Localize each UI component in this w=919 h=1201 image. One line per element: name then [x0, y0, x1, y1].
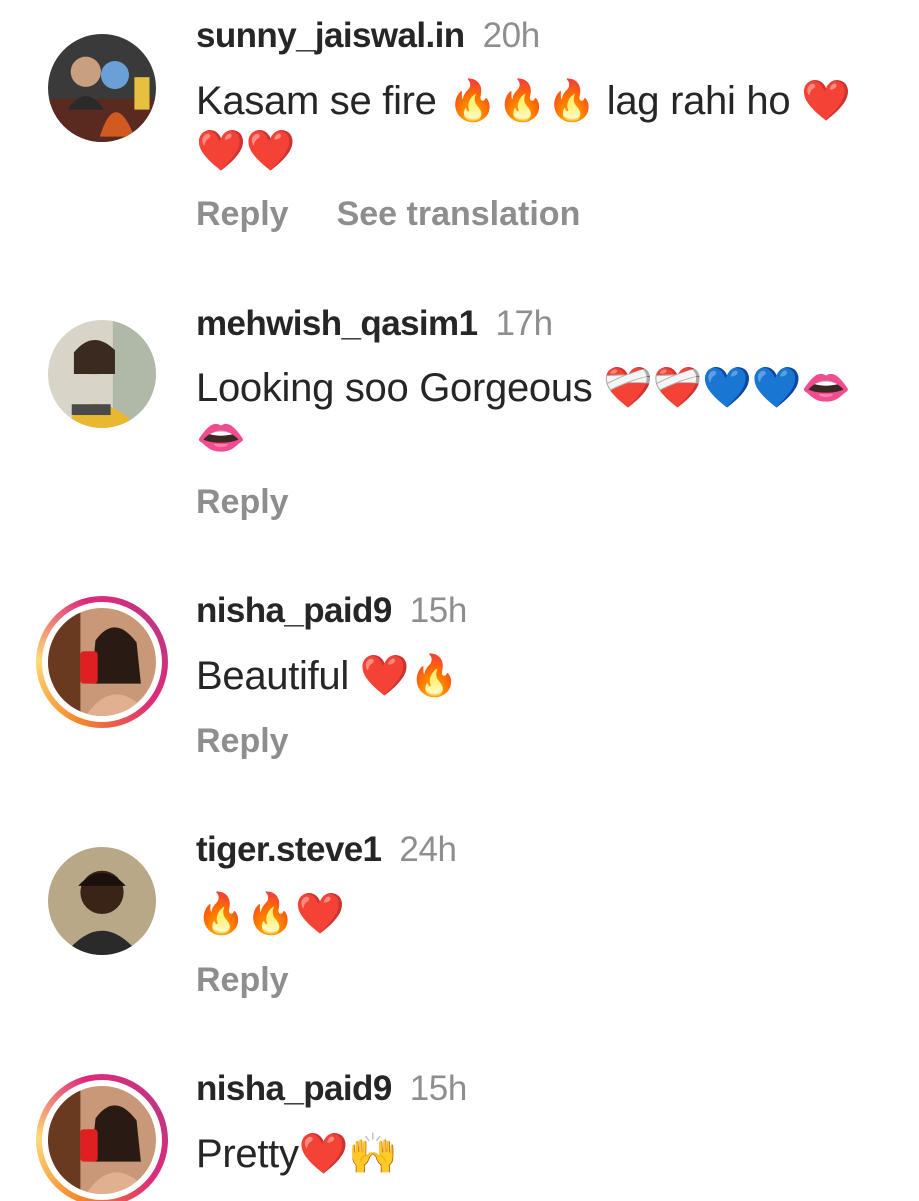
- profile-photo-icon: [48, 608, 156, 716]
- username[interactable]: nisha_paid9: [196, 591, 392, 630]
- avatar[interactable]: [48, 320, 156, 428]
- timestamp: 17h: [495, 304, 553, 343]
- profile-photo-icon: [48, 34, 156, 142]
- reply-button[interactable]: Reply: [196, 961, 289, 999]
- comment-text: Beautiful ❤️🔥: [196, 654, 459, 698]
- comment-text: Looking soo Gorgeous ❤️‍🩹❤️‍🩹💙💙👄👄: [196, 366, 851, 460]
- comment-text: Kasam se fire 🔥🔥🔥 lag rahi ho ❤️❤️❤️: [196, 79, 851, 173]
- username[interactable]: tiger.steve1: [196, 830, 382, 869]
- comment-actions: Reply See translation: [196, 194, 580, 234]
- avatar[interactable]: [48, 847, 156, 955]
- comment-actions: Reply: [196, 960, 289, 1000]
- comment-header: nisha_paid9 15h: [196, 591, 467, 631]
- timestamp: 20h: [482, 16, 541, 55]
- reply-button[interactable]: Reply: [196, 722, 289, 760]
- profile-photo-icon: [48, 320, 156, 428]
- username[interactable]: mehwish_qasim1: [196, 304, 478, 343]
- username[interactable]: nisha_paid9: [196, 1069, 392, 1108]
- timestamp: 24h: [399, 830, 457, 869]
- comment-actions: Reply: [196, 482, 289, 522]
- comment-actions: Reply: [196, 721, 289, 761]
- timestamp: 15h: [409, 1069, 468, 1108]
- comment-text: 🔥🔥❤️: [196, 892, 345, 936]
- reply-button[interactable]: Reply: [196, 195, 289, 233]
- timestamp: 15h: [409, 591, 468, 630]
- avatar[interactable]: [36, 596, 168, 728]
- username[interactable]: sunny_jaiswal.in: [196, 16, 465, 55]
- profile-photo-icon: [48, 847, 156, 955]
- comment-header: tiger.steve1 24h: [196, 830, 457, 870]
- see-translation-button[interactable]: See translation: [337, 195, 581, 233]
- avatar[interactable]: [48, 34, 156, 142]
- profile-photo-icon: [48, 1086, 156, 1194]
- comment-header: nisha_paid9 15h: [196, 1069, 467, 1109]
- avatar[interactable]: [36, 1074, 168, 1201]
- comment-header: sunny_jaiswal.in 20h: [196, 16, 540, 56]
- comment-text: Pretty❤️🙌: [196, 1132, 398, 1176]
- reply-button[interactable]: Reply: [196, 483, 289, 521]
- comment-header: mehwish_qasim1 17h: [196, 304, 553, 344]
